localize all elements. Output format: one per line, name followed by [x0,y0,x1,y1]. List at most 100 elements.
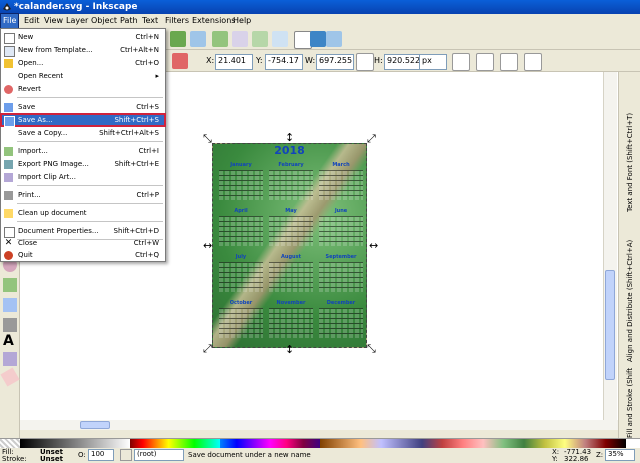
x-field[interactable]: 21.401 [215,54,253,70]
month-name: December [326,300,356,306]
new-document-icon [4,33,15,44]
menu-item-revert[interactable]: Revert [1,83,165,95]
menu-separator [17,221,163,222]
color-palette[interactable] [0,438,640,449]
menu-item-quit[interactable]: Quit Ctrl+Q [1,249,165,261]
menu-item-new[interactable]: New Ctrl+N [1,31,165,44]
calendar-image[interactable]: 2018 January February March April May Ju… [212,143,367,348]
stroke-value[interactable]: Unset [40,455,63,463]
y-label: Y: [256,56,263,65]
unit-select[interactable]: px [419,54,447,70]
scale-handle-icon[interactable]: ↔ [203,240,212,251]
month-name: March [332,162,350,168]
menu-view[interactable]: View [42,14,65,28]
title-bar: *calander.svg - Inkscape [0,0,640,14]
menu-file[interactable]: File [0,13,20,29]
menu-item-document-properties[interactable]: Document Properties... Shift+Ctrl+D [1,225,165,238]
redo-icon[interactable] [190,31,206,47]
scale-handle-icon[interactable]: ↕ [285,344,294,355]
guides-icon[interactable] [326,31,342,47]
lock-icon[interactable] [356,53,374,71]
menu-item-print[interactable]: Print... Ctrl+P [1,189,165,201]
scale-handle-icon[interactable]: ↕ [285,132,294,143]
menu-item-import[interactable]: Import... Ctrl+I [1,145,165,157]
vertical-scroll-thumb[interactable] [605,270,615,380]
group-icon[interactable] [232,31,248,47]
month-name: May [285,208,297,214]
revert-icon [4,85,13,94]
fill-stroke-icon[interactable] [272,31,288,47]
cursor-y-label: Y: [552,455,558,463]
menu-item-save-a-copy[interactable]: Save a Copy... Shift+Ctrl+Alt+S [1,127,165,139]
eraser-tool-icon[interactable] [0,367,20,387]
cut-icon[interactable] [172,53,188,69]
month-block: March [319,162,363,202]
month-block: September [319,254,363,294]
menu-item-open[interactable]: Open... Ctrl+O [1,57,165,69]
pencil-tool-icon[interactable] [3,278,17,292]
month-name: February [278,162,304,168]
text-font-tab[interactable]: Text and Font (Shift+Ctrl+T) [621,94,639,212]
h-label: H: [374,56,383,65]
menu-filters[interactable]: Filters [163,14,191,28]
menu-item-close[interactable]: ✕ Close Ctrl+W [1,237,165,249]
menu-path[interactable]: Path [118,14,140,28]
menu-separator [17,203,163,204]
scale-handle-icon[interactable]: ⤡ [203,133,212,144]
month-name: April [234,208,248,214]
zoom-field[interactable]: 35% [605,449,635,461]
opacity-field[interactable]: 100 [88,449,114,461]
pen-tool-icon[interactable] [3,298,17,312]
scale-corners-icon[interactable] [476,53,494,71]
align-distribute-tab[interactable]: Align and Distribute (Shift+Ctrl+A) [621,222,639,362]
move-gradients-icon[interactable] [500,53,518,71]
node-edit-icon[interactable] [212,31,228,47]
scale-handle-icon[interactable]: ⤢ [367,133,376,144]
month-block: June [319,208,363,248]
save-as-icon [4,116,15,127]
y-field[interactable]: -754.17 [265,54,303,70]
month-name: November [276,300,306,306]
scale-handle-icon[interactable]: ↔ [369,240,378,251]
scale-handle-icon[interactable]: ⤢ [203,343,212,354]
submenu-arrow-icon: ▸ [155,72,159,80]
status-message: Save document under a new name [188,451,311,459]
save-icon [4,103,13,112]
menu-item-save[interactable]: Save Ctrl+S [1,101,165,113]
scale-handle-icon[interactable]: ⤡ [367,343,376,354]
calligraphy-tool-icon[interactable] [3,318,17,332]
menu-item-open-recent[interactable]: Open Recent ▸ [1,70,165,82]
grid-icon[interactable] [310,31,326,47]
print-icon [4,191,13,200]
menu-help[interactable]: Help [231,14,253,28]
menu-item-export-png[interactable]: Export PNG Image... Shift+Ctrl+E [1,158,165,170]
menu-item-clean-up[interactable]: Clean up document [1,207,165,219]
clean-up-icon [4,209,13,218]
import-icon [4,147,13,156]
menu-item-new-from-template[interactable]: New from Template... Ctrl+Alt+N [1,44,165,57]
menu-item-save-as[interactable]: Save As... Shift+Ctrl+S [0,113,166,127]
menu-layer[interactable]: Layer [64,14,90,28]
text-tool-icon[interactable]: A [3,334,17,348]
menu-object[interactable]: Object [89,14,119,28]
window-title: *calander.svg - Inkscape [14,2,138,12]
layer-visibility-icon[interactable] [120,449,132,461]
menu-text[interactable]: Text [140,14,160,28]
fill-stroke-tab[interactable]: Fill and Stroke (Shift+Ctrl+F) [621,368,639,438]
zoom-drawing-icon[interactable] [170,31,186,47]
menu-bar: File Edit View Layer Object Path Text Fi… [0,13,640,29]
layer-select[interactable]: (root) [134,449,184,461]
menu-edit[interactable]: Edit [22,14,42,28]
w-field[interactable]: 697.255 [316,54,354,70]
move-patterns-icon[interactable] [524,53,542,71]
h-field[interactable]: 920.522 [384,54,422,70]
menu-item-import-clip-art[interactable]: Import Clip Art... [1,171,165,183]
spray-tool-icon[interactable] [3,352,17,366]
month-block: October [219,300,263,340]
horizontal-scroll-thumb[interactable] [80,421,110,429]
ungroup-icon[interactable] [252,31,268,47]
file-menu-dropdown: New Ctrl+N New from Template... Ctrl+Alt… [0,28,166,262]
menu-separator [17,141,163,142]
scale-stroke-icon[interactable] [452,53,470,71]
month-name: January [230,162,252,168]
